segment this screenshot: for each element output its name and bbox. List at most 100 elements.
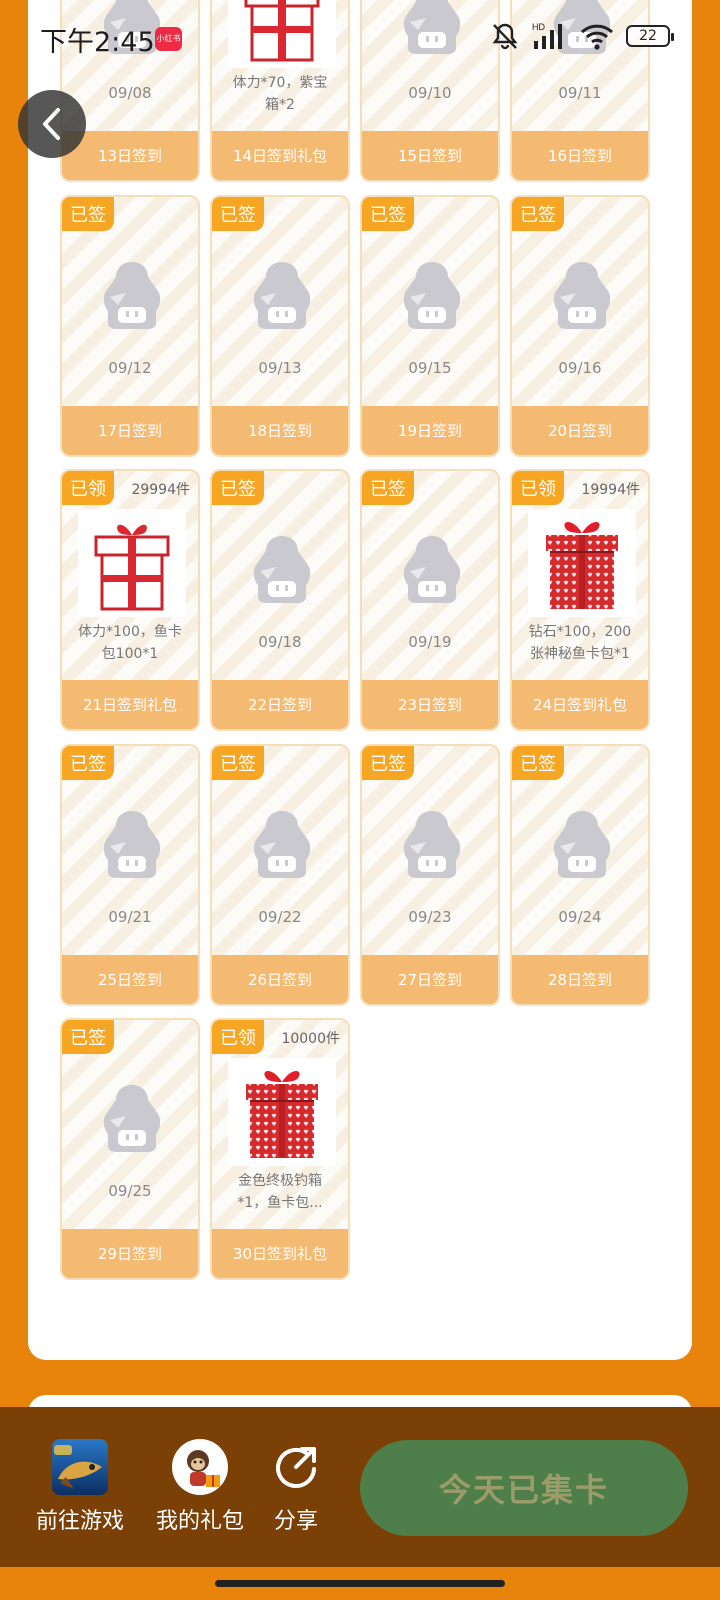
card-date: 09/12	[108, 358, 152, 377]
svg-text:HD: HD	[532, 22, 545, 32]
card-footer-label: 23日签到	[362, 680, 498, 729]
card-date: 09/25	[108, 1182, 152, 1200]
card-date: 09/15	[408, 358, 452, 377]
checkin-card[interactable]: 09/19 已签 23日签到	[360, 469, 500, 731]
card-date: 09/08	[108, 84, 152, 102]
card-footer-label: 15日签到	[362, 131, 498, 180]
card-date: 09/18	[258, 633, 302, 651]
gift-box-icon	[88, 515, 176, 613]
home-indicator[interactable]	[215, 1580, 505, 1587]
checkin-card[interactable]: 09/22 已签 26日签到	[210, 743, 350, 1006]
card-footer-label: 17日签到	[62, 405, 198, 455]
card-footer-label: 22日签到	[212, 680, 348, 729]
status-badge: 已签	[362, 471, 414, 505]
card-footer-label: 21日签到礼包	[62, 680, 198, 729]
checkin-card[interactable]: 09/23 已签 27日签到	[360, 743, 500, 1006]
card-footer-label: 29日签到	[62, 1229, 198, 1278]
checkin-card[interactable]: 09/12 已签 17日签到	[60, 194, 200, 457]
checkin-card[interactable]: 09/18 已签 22日签到	[210, 469, 350, 731]
placeholder-avatar-icon	[396, 796, 468, 880]
remaining-count: 29994件	[131, 482, 190, 498]
card-footer-label: 19日签到	[362, 405, 498, 455]
card-footer-label: 30日签到礼包	[212, 1229, 348, 1278]
mute-bell-icon	[492, 23, 518, 50]
share-icon	[268, 1439, 324, 1495]
checkin-card[interactable]: 09/21 已签 25日签到	[60, 743, 200, 1006]
wifi-icon	[580, 24, 614, 50]
status-badge: 已签	[212, 196, 264, 231]
gift-description: 体力*70，紫宝 箱*2	[232, 75, 328, 113]
status-badge: 已领	[212, 1020, 264, 1054]
card-footer-label: 26日签到	[212, 954, 348, 1004]
status-badge: 已领	[512, 471, 564, 505]
checkin-status-button[interactable]: 今天已集卡	[360, 1440, 688, 1536]
placeholder-avatar-icon	[396, 247, 468, 331]
placeholder-avatar-icon	[546, 247, 618, 331]
status-badge: 已签	[212, 745, 264, 780]
checkin-card[interactable]: 09/16 已签 20日签到	[510, 194, 650, 457]
checkin-card[interactable]: 09/24 已签 28日签到	[510, 743, 650, 1006]
gift-description: 金色终极钓箱 *1，鱼卡包...	[237, 1173, 323, 1211]
checkin-card[interactable]: 09/15 已签 19日签到	[360, 194, 500, 457]
placeholder-avatar-icon	[246, 796, 318, 880]
placeholder-avatar-icon	[546, 796, 618, 880]
xiaohongshu-icon: 小红书	[155, 27, 182, 51]
gift-box-icon	[538, 515, 626, 613]
placeholder-avatar-icon	[396, 521, 468, 605]
share-label: 分享	[273, 1509, 318, 1534]
status-badge: 已签	[512, 196, 564, 231]
card-date: 09/23	[408, 907, 452, 926]
card-footer-label: 18日签到	[212, 405, 348, 455]
card-footer-label: 27日签到	[362, 954, 498, 1004]
card-footer-label: 24日签到礼包	[512, 680, 648, 729]
status-time: 下午2:45	[40, 27, 155, 58]
status-badge: 已签	[62, 745, 114, 780]
system-icons: HD 22	[490, 21, 674, 51]
card-date: 09/10	[408, 84, 452, 102]
remaining-count: 10000件	[281, 1031, 340, 1047]
remaining-count: 19994件	[581, 482, 640, 498]
placeholder-avatar-icon	[246, 521, 318, 605]
status-badge: 已签	[512, 745, 564, 780]
checkin-card[interactable]: 钻石*100，200 张神秘鱼卡包*1 已领 19994件 24日签到礼包	[510, 469, 650, 731]
share-button[interactable]: 分享	[268, 1439, 324, 1535]
signal-icon: HD	[532, 22, 562, 49]
my-gifts-button[interactable]: 我的礼包	[150, 1439, 250, 1535]
goto-game-label: 前往游戏	[35, 1509, 124, 1534]
goto-game-button[interactable]: 前往游戏	[30, 1439, 130, 1535]
gift-box-icon	[238, 1064, 326, 1162]
status-badge: 已签	[362, 196, 414, 231]
card-date: 09/24	[558, 907, 602, 926]
status-bar: 下午2:45 小红书 HD 22	[0, 0, 720, 78]
my-gifts-label: 我的礼包	[155, 1509, 244, 1534]
checkin-card[interactable]: 体力*100，鱼卡 包100*1 已领 29994件 21日签到礼包	[60, 469, 200, 731]
card-footer-label: 25日签到	[62, 954, 198, 1004]
card-footer-label: 14日签到礼包	[212, 131, 348, 180]
card-footer-label: 28日签到	[512, 954, 648, 1004]
card-footer-label: 20日签到	[512, 405, 648, 455]
status-badge: 已领	[62, 471, 114, 505]
battery-icon: 22	[626, 25, 674, 47]
placeholder-avatar-icon	[96, 247, 168, 331]
checkin-card[interactable]: 09/13 已签 18日签到	[210, 194, 350, 457]
status-badge: 已签	[362, 745, 414, 780]
monkey-avatar-icon	[172, 1439, 228, 1495]
placeholder-avatar-icon	[96, 1070, 168, 1154]
back-button[interactable]	[18, 90, 86, 158]
card-date: 09/16	[558, 358, 602, 377]
card-date: 09/13	[258, 358, 302, 377]
bottom-bar: 前往游戏 我的礼包 分享 今天已集卡	[0, 1407, 720, 1567]
checkin-card[interactable]: 09/25 已签 29日签到	[60, 1018, 200, 1280]
status-badge: 已签	[62, 1020, 114, 1054]
card-footer-label: 16日签到	[512, 131, 648, 180]
card-date: 09/21	[108, 907, 152, 926]
card-date: 09/19	[408, 633, 452, 651]
status-badge: 已签	[212, 471, 264, 505]
placeholder-avatar-icon	[96, 796, 168, 880]
card-date: 09/11	[558, 84, 602, 102]
chevron-left-icon	[43, 108, 60, 140]
checkin-card[interactable]: 金色终极钓箱 *1，鱼卡包... 已领 10000件 30日签到礼包	[210, 1018, 350, 1280]
card-date: 09/22	[258, 907, 302, 926]
gift-description: 钻石*100，200 张神秘鱼卡包*1	[528, 624, 632, 662]
game-icon	[52, 1439, 108, 1495]
